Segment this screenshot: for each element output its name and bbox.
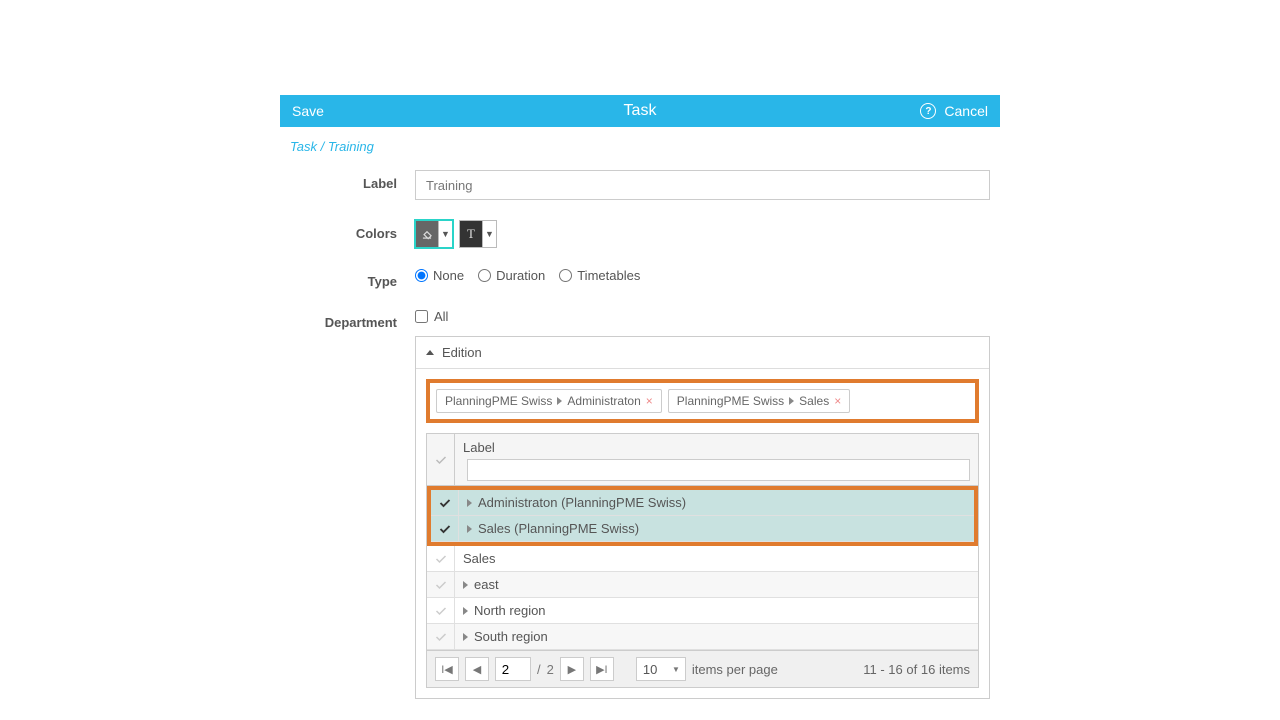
dialog-header: Save Task ? Cancel [280,95,1000,127]
table-row[interactable]: South region [427,624,978,650]
remove-tag-icon[interactable]: × [646,394,653,408]
row-label: east [474,577,499,592]
check-icon [435,454,447,466]
breadcrumb: Task / Training [290,139,990,154]
checkbox-all[interactable]: All [415,309,990,324]
task-dialog: Save Task ? Cancel Task / Training Label… [280,95,1000,699]
check-icon [435,605,447,617]
triangle-right-icon [463,607,468,615]
table-row[interactable]: east [427,572,978,598]
page-separator: / [537,662,541,677]
checkbox-all-label: All [434,309,448,324]
label-filter-input[interactable] [467,459,970,481]
triangle-right-icon [463,581,468,589]
row-label: Administraton (PlanningPME Swiss) [478,495,686,510]
field-label-colors: Colors [290,220,415,241]
dialog-body: Task / Training Label Colors ▼ [280,127,1000,699]
check-icon [439,523,451,535]
radio-label: None [433,268,464,283]
row-checkbox[interactable] [427,572,455,597]
column-header-label[interactable]: Label [463,440,970,455]
row-checkbox[interactable] [431,490,459,515]
last-page-button[interactable]: ▶I [590,657,614,681]
row-label: South region [474,629,548,644]
prev-page-button[interactable]: ◀ [465,657,489,681]
radio-none[interactable]: None [415,268,464,283]
tag-group: PlanningPME Swiss [445,394,552,408]
label-input[interactable] [415,170,990,200]
field-label-department: Department [290,309,415,330]
row-checkbox[interactable] [427,598,455,623]
row-department: Department All Edition PlanningPME Swiss [290,309,990,699]
edition-panel: Edition PlanningPME Swiss Administraton … [415,336,990,699]
radio-label: Timetables [577,268,640,283]
selected-rows-highlight: Administraton (PlanningPME Swiss) Sales … [427,486,978,546]
triangle-right-icon [467,525,472,533]
field-label-label: Label [290,170,415,191]
next-page-button[interactable]: ▶ [560,657,584,681]
help-icon[interactable]: ? [920,103,936,119]
row-label: North region [474,603,546,618]
check-icon [435,553,447,565]
selected-tags-highlight: PlanningPME Swiss Administraton × Planni… [426,379,979,423]
radio-timetables[interactable]: Timetables [559,268,640,283]
table-row[interactable]: Administraton (PlanningPME Swiss) [431,490,974,516]
row-checkbox[interactable] [431,516,459,541]
page-size-value: 10 [643,662,657,677]
tag-item: PlanningPME Swiss Administraton × [436,389,662,413]
department-grid: Label Administraton (PlanningPME Swiss) [426,433,979,688]
pager: I◀ ◀ / 2 ▶ ▶I 10 items per page [427,650,978,687]
pager-info: 11 - 16 of 16 items [863,662,970,677]
edition-label: Edition [442,345,482,360]
first-page-button[interactable]: I◀ [435,657,459,681]
triangle-right-icon [789,397,794,405]
row-label: Label [290,170,990,200]
table-row[interactable]: Sales [427,546,978,572]
field-label-type: Type [290,268,415,289]
row-label: Sales (PlanningPME Swiss) [478,521,639,536]
save-button[interactable]: Save [292,103,324,119]
row-checkbox[interactable] [427,546,455,571]
items-per-page-label: items per page [692,662,778,677]
radio-duration[interactable]: Duration [478,268,545,283]
table-row[interactable]: North region [427,598,978,624]
remove-tag-icon[interactable]: × [834,394,841,408]
chevron-down-icon: ▼ [438,221,452,247]
background-color-picker[interactable]: ▼ [415,220,453,248]
row-label: Sales [463,551,496,566]
row-type: Type None Duration Timetables [290,268,990,289]
tag-item: PlanningPME Swiss Sales × [668,389,850,413]
page-size-select[interactable]: 10 [636,657,686,681]
triangle-right-icon [557,397,562,405]
cancel-button[interactable]: Cancel [944,103,988,119]
text-color-picker[interactable]: T ▼ [459,220,497,248]
check-icon [435,579,447,591]
check-icon [435,631,447,643]
tag-name: Administraton [567,394,640,408]
edition-toggle[interactable]: Edition [416,337,989,369]
radio-label: Duration [496,268,545,283]
table-row[interactable]: Sales (PlanningPME Swiss) [431,516,974,542]
grid-header: Label [427,434,978,486]
select-all-column[interactable] [427,434,455,485]
tag-group: PlanningPME Swiss [677,394,784,408]
dialog-title: Task [624,102,657,120]
page-number-input[interactable] [495,657,531,681]
text-icon: T [460,221,482,247]
check-icon [439,497,451,509]
triangle-right-icon [467,499,472,507]
tag-name: Sales [799,394,829,408]
total-pages: 2 [547,662,554,677]
row-colors: Colors ▼ T ▼ [290,220,990,248]
triangle-right-icon [463,633,468,641]
paint-bucket-icon [416,221,438,247]
row-checkbox[interactable] [427,624,455,649]
chevron-up-icon [426,350,434,355]
chevron-down-icon: ▼ [482,221,496,247]
